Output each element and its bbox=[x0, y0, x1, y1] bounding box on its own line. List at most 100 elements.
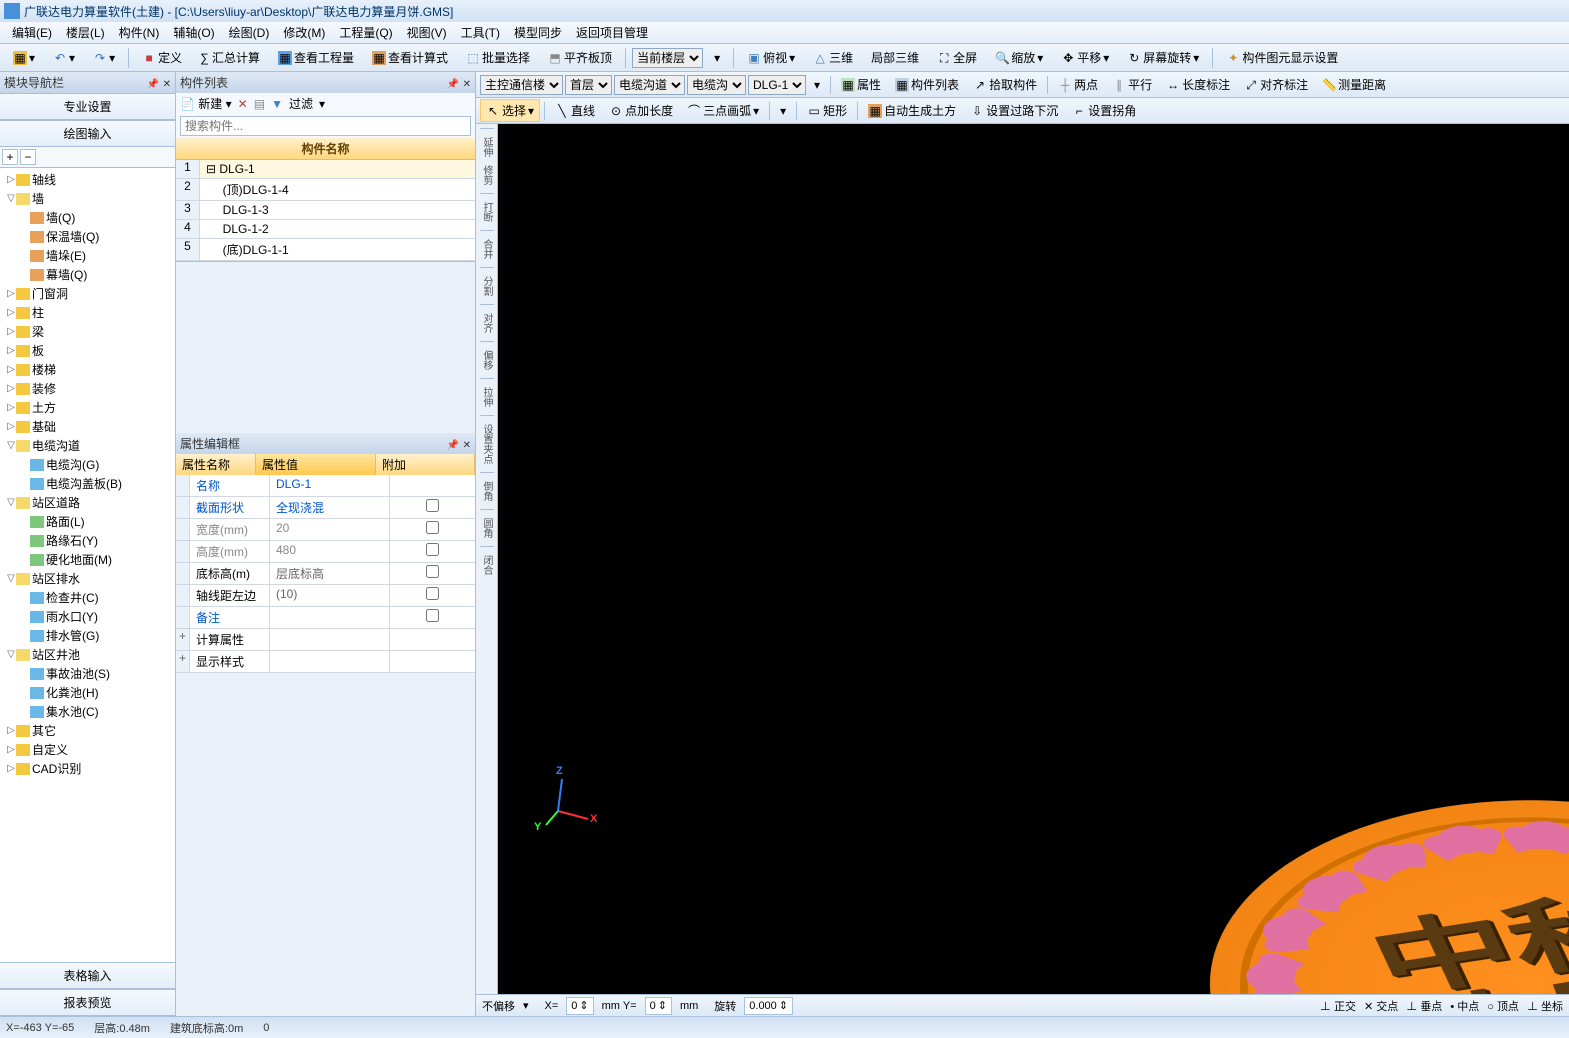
nav-tree[interactable]: ▷轴线▽墙墙(Q)保温墙(Q)墙垛(E)幕墙(Q)▷门窗洞▷柱▷梁▷板▷楼梯▷装… bbox=[0, 168, 175, 962]
menu-tool[interactable]: 工具(T) bbox=[455, 22, 506, 43]
table-row[interactable]: 4 DLG-1-2 bbox=[176, 220, 475, 239]
routesink-button[interactable]: ⇩设置过路下沉 bbox=[964, 99, 1064, 122]
tree-item[interactable]: 保温墙(Q) bbox=[2, 227, 173, 246]
pin-icon[interactable]: 📌 bbox=[447, 440, 459, 451]
search-input[interactable] bbox=[180, 116, 471, 136]
corner-button[interactable]: ⌐设置拐角 bbox=[1066, 99, 1142, 122]
autosoil-button[interactable]: ▦自动生成土方 bbox=[862, 99, 962, 122]
vtool-拉伸[interactable]: 拉伸 bbox=[479, 387, 495, 407]
vtool-圆角[interactable]: 圆角 bbox=[479, 518, 495, 538]
tree-item[interactable]: ▷楼梯 bbox=[2, 360, 173, 379]
tree-item[interactable]: ▽站区排水 bbox=[2, 569, 173, 588]
close-icon[interactable]: ✕ bbox=[163, 79, 171, 90]
prop-row[interactable]: 底标高(m)层底标高 bbox=[176, 563, 475, 585]
vtool-分割[interactable]: 分割 bbox=[479, 276, 495, 296]
tree-item[interactable]: 电缆沟(G) bbox=[2, 455, 173, 474]
menu-modify[interactable]: 修改(M) bbox=[277, 22, 331, 43]
building-combo[interactable]: 主控通信楼 bbox=[480, 75, 563, 95]
intersect-toggle[interactable]: ✕ 交点 bbox=[1364, 998, 1398, 1014]
elemdisp-button[interactable]: ✦构件图元显示设置 bbox=[1219, 46, 1345, 69]
line-button[interactable]: ╲直线 bbox=[549, 99, 601, 122]
flatboard-button[interactable]: ⬒平齐板顶 bbox=[541, 46, 619, 69]
sum-button[interactable]: ∑ 汇总计算 bbox=[193, 46, 267, 69]
tree-item[interactable]: ▷土方 bbox=[2, 398, 173, 417]
tree-item[interactable]: 雨水口(Y) bbox=[2, 607, 173, 626]
menu-return[interactable]: 返回项目管理 bbox=[570, 22, 654, 43]
floor-dropdown[interactable]: ▾ bbox=[707, 48, 727, 68]
tree-item[interactable]: ▽站区井池 bbox=[2, 645, 173, 664]
prop-row[interactable]: 备注 bbox=[176, 607, 475, 629]
define-button[interactable]: ■定义 bbox=[135, 46, 189, 69]
tree-item[interactable]: ▷装修 bbox=[2, 379, 173, 398]
table-row[interactable]: 2 (顶)DLG-1-4 bbox=[176, 179, 475, 201]
prop-row[interactable]: 名称DLG-1 bbox=[176, 475, 475, 497]
draw-input-button[interactable]: 绘图输入 bbox=[0, 120, 175, 147]
pan-button[interactable]: ✥平移▾ bbox=[1054, 46, 1116, 69]
copy-icon[interactable]: ▤ bbox=[254, 97, 265, 111]
arc3-button[interactable]: ⌒三点画弧 ▾ bbox=[681, 99, 765, 122]
new-button[interactable]: 📄 新建 ▾ bbox=[180, 95, 232, 112]
menu-auxaxis[interactable]: 辅轴(O) bbox=[167, 22, 220, 43]
prop-row[interactable]: +显示样式 bbox=[176, 651, 475, 673]
tree-item[interactable]: 电缆沟盖板(B) bbox=[2, 474, 173, 493]
menu-sync[interactable]: 模型同步 bbox=[508, 22, 568, 43]
report-preview-button[interactable]: 报表预览 bbox=[0, 989, 175, 1016]
3d-viewport[interactable]: 中秋 快乐 X Y Z bbox=[498, 124, 1569, 994]
zoom-button[interactable]: 🔍缩放▾ bbox=[988, 46, 1050, 69]
viewqty-button[interactable]: ▦查看工程量 bbox=[271, 46, 361, 69]
tree-item[interactable]: ▽电缆沟道 bbox=[2, 436, 173, 455]
x-input[interactable]: 0 ⇕ bbox=[566, 997, 593, 1015]
tree-item[interactable]: 化粪池(H) bbox=[2, 683, 173, 702]
tree-item[interactable]: ▷基础 bbox=[2, 417, 173, 436]
tree-item[interactable]: 路面(L) bbox=[2, 512, 173, 531]
parallel-button[interactable]: ∥平行 bbox=[1106, 73, 1158, 96]
vtool-合并[interactable]: 合并 bbox=[479, 239, 495, 259]
prop-row[interactable]: 宽度(mm)20 bbox=[176, 519, 475, 541]
rect-button[interactable]: ▭矩形 bbox=[801, 99, 853, 122]
rot-input[interactable]: 0.000 ⇕ bbox=[744, 997, 793, 1015]
prop-row[interactable]: 截面形状全现浇混 bbox=[176, 497, 475, 519]
vtool-倒角[interactable]: 倒角 bbox=[479, 481, 495, 501]
addlen-button[interactable]: ⊙点加长度 bbox=[603, 99, 679, 122]
add-button[interactable]: + bbox=[2, 149, 18, 165]
vertical-toolbar[interactable]: 延伸修剪打断合并分割对齐偏移拉伸设置夹点倒角圆角闭合 bbox=[476, 124, 498, 994]
tree-item[interactable]: ▷门窗洞 bbox=[2, 284, 173, 303]
tree-item[interactable]: ▷CAD识别 bbox=[2, 759, 173, 778]
batchsel-button[interactable]: ⬚批量选择 bbox=[459, 46, 537, 69]
tree-item[interactable]: 排水管(G) bbox=[2, 626, 173, 645]
tree-item[interactable]: 硬化地面(M) bbox=[2, 550, 173, 569]
prop-row[interactable]: +计算属性 bbox=[176, 629, 475, 651]
instance-combo[interactable]: DLG-1 bbox=[748, 75, 806, 95]
remove-button[interactable]: − bbox=[20, 149, 36, 165]
offset-mode[interactable]: 不偏移 bbox=[482, 998, 515, 1014]
vtool-闭合[interactable]: 闭合 bbox=[479, 555, 495, 575]
tree-item[interactable]: ▷柱 bbox=[2, 303, 173, 322]
undo-button[interactable]: ↶▾ bbox=[46, 48, 82, 68]
table-row[interactable]: 5 (底)DLG-1-1 bbox=[176, 239, 475, 261]
pin-icon[interactable]: 📌 bbox=[447, 79, 459, 90]
coord-toggle[interactable]: ⊥ 坐标 bbox=[1527, 998, 1563, 1014]
aligndim-button[interactable]: ⤢对齐标注 bbox=[1238, 73, 1314, 96]
vtool-设置夹点[interactable]: 设置夹点 bbox=[479, 424, 495, 464]
tree-item[interactable]: ▷其它 bbox=[2, 721, 173, 740]
endpoint-toggle[interactable]: ⊥ 垂点 bbox=[1406, 998, 1442, 1014]
category-combo[interactable]: 电缆沟道 bbox=[614, 75, 685, 95]
prof-setting-button[interactable]: 专业设置 bbox=[0, 93, 175, 120]
component-grid[interactable]: 构件名称 1⊟ DLG-12 (顶)DLG-1-43 DLG-1-34 DLG-… bbox=[176, 138, 475, 262]
vtool-延伸[interactable]: 延伸 bbox=[479, 137, 495, 157]
menu-draw[interactable]: 绘图(D) bbox=[223, 22, 276, 43]
tree-item[interactable]: ▷板 bbox=[2, 341, 173, 360]
menu-quantity[interactable]: 工程量(Q) bbox=[333, 22, 398, 43]
table-input-button[interactable]: 表格输入 bbox=[0, 962, 175, 989]
vertex-toggle[interactable]: ○ 顶点 bbox=[1487, 998, 1519, 1014]
menu-floor[interactable]: 楼层(L) bbox=[60, 22, 111, 43]
prop-row[interactable]: 高度(mm)480 bbox=[176, 541, 475, 563]
3d-button[interactable]: △三维 bbox=[806, 46, 860, 69]
table-row[interactable]: 1⊟ DLG-1 bbox=[176, 160, 475, 179]
floor-combo[interactable]: 当前楼层 bbox=[632, 48, 703, 68]
prop-row[interactable]: 轴线距左边(10) bbox=[176, 585, 475, 607]
ortho-toggle[interactable]: ⊥ 正交 bbox=[1320, 998, 1356, 1014]
lendim-button[interactable]: ↔长度标注 bbox=[1160, 73, 1236, 96]
redo-button[interactable]: ↷▾ bbox=[86, 48, 122, 68]
tree-item[interactable]: ▷轴线 bbox=[2, 170, 173, 189]
